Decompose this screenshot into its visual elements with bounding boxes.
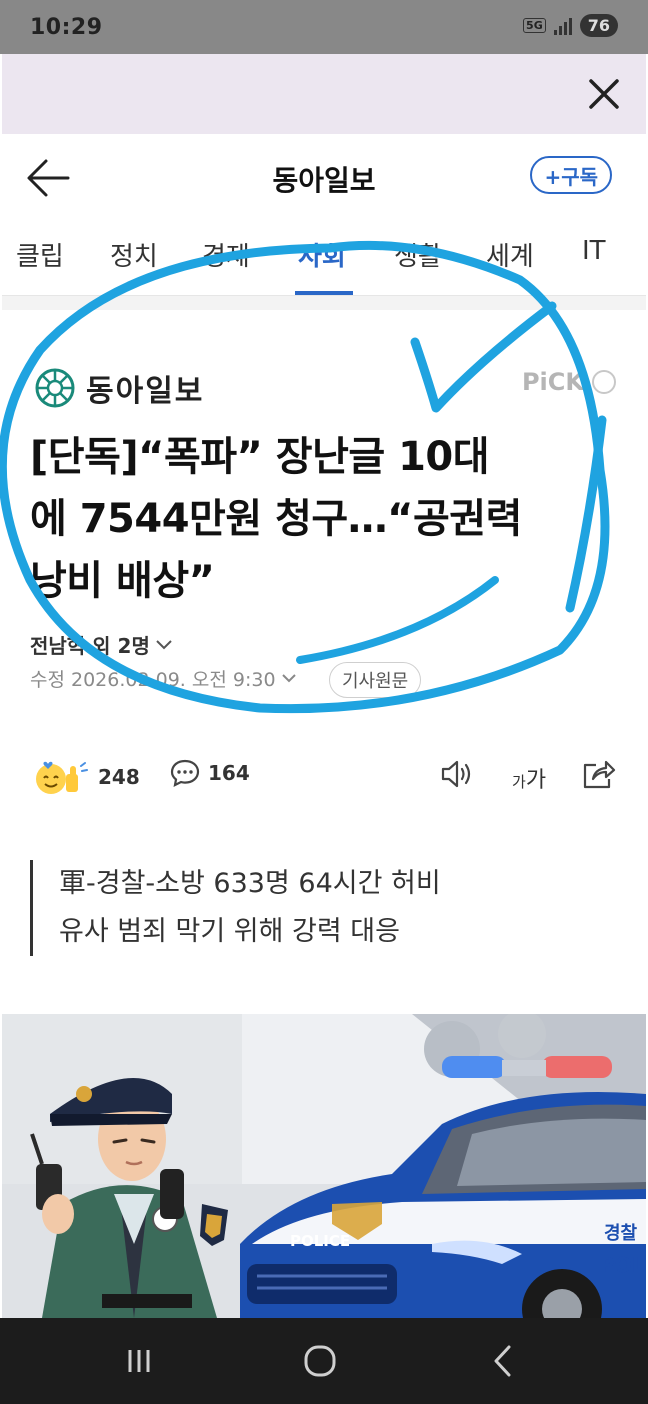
pick-label: PiCK bbox=[521, 368, 584, 396]
car-door-text: 경찰 bbox=[604, 1223, 638, 1244]
comment-count: 164 bbox=[208, 761, 250, 785]
donga-emblem-icon bbox=[35, 368, 75, 408]
headline-line: 에 7544만원 청구…“공권력 bbox=[30, 496, 522, 542]
comment-button[interactable]: 164 bbox=[170, 758, 250, 788]
share-icon bbox=[583, 760, 616, 789]
speaker-icon bbox=[441, 760, 471, 788]
police-illustration: POLICE 경찰 POLICE bbox=[2, 1014, 646, 1318]
active-tab-indicator bbox=[295, 291, 353, 295]
battery-icon: 76 bbox=[579, 14, 618, 37]
article-meta[interactable]: 수정 2026.02.09. 오전 9:30 bbox=[30, 665, 296, 692]
press-name: 동아일보 bbox=[86, 374, 205, 409]
summary-line: 유사 범죄 막기 위해 강력 대응 bbox=[59, 916, 400, 947]
headline-line: [단독]“폭파” 장난글 10대 bbox=[30, 434, 490, 480]
back-chevron-icon bbox=[494, 1345, 511, 1377]
updated-timestamp: 수정 2026.02.09. 오전 9:30 bbox=[30, 669, 276, 691]
close-button[interactable] bbox=[582, 72, 626, 116]
info-icon[interactable] bbox=[592, 370, 616, 394]
tab-clip[interactable]: 클립 bbox=[16, 236, 64, 273]
subscribe-button[interactable]: +구독 bbox=[530, 156, 612, 194]
original-article-button[interactable]: 기사원문 bbox=[329, 662, 422, 698]
font-size-small-label: 가 bbox=[512, 773, 526, 791]
home-button[interactable] bbox=[295, 1338, 345, 1384]
tab-life[interactable]: 생활 bbox=[394, 236, 442, 273]
status-time: 10:29 bbox=[30, 15, 103, 40]
close-bar bbox=[2, 54, 646, 134]
press-logo[interactable]: 동아일보 bbox=[34, 366, 204, 410]
system-nav-bar bbox=[0, 1318, 648, 1404]
tab-it[interactable]: IT bbox=[582, 236, 606, 266]
status-icons: 5G 76 bbox=[523, 14, 618, 37]
tab-world[interactable]: 세계 bbox=[486, 236, 534, 273]
status-bar: 10:29 5G 76 bbox=[0, 0, 648, 54]
listen-button[interactable] bbox=[440, 758, 476, 794]
article-headline: [단독]“폭파” 장난글 10대 에 7544만원 청구…“공권력 낭비 배상” bbox=[30, 426, 646, 612]
home-icon bbox=[304, 1345, 336, 1377]
tab-politics[interactable]: 정치 bbox=[110, 236, 158, 273]
article-illustration[interactable]: POLICE 경찰 POLICE bbox=[2, 1014, 646, 1318]
system-back-button[interactable] bbox=[478, 1338, 528, 1384]
recent-apps-icon bbox=[128, 1350, 150, 1372]
reaction-count: 248 bbox=[98, 765, 140, 789]
signal-icon bbox=[553, 17, 572, 35]
byline[interactable]: 전남혁 외 2명 bbox=[30, 630, 172, 659]
share-button[interactable] bbox=[582, 758, 616, 794]
in-app-browser: 동아일보 +구독 클립 정치 경제 사회 생활 세계 IT 동아일보 PiCK … bbox=[2, 54, 646, 1318]
reaction-emoji-icon bbox=[36, 761, 88, 794]
close-icon bbox=[589, 79, 619, 109]
chevron-down-icon bbox=[156, 639, 172, 649]
headline-line: 낭비 배상” bbox=[30, 558, 215, 604]
section-divider bbox=[2, 296, 646, 310]
section-tabs: 클립 정치 경제 사회 생활 세계 IT bbox=[2, 220, 646, 296]
font-size-button[interactable]: 가가 bbox=[512, 762, 546, 794]
comment-icon bbox=[170, 759, 200, 787]
tab-society[interactable]: 사회 bbox=[298, 236, 346, 273]
chevron-down-icon bbox=[281, 674, 296, 683]
network-5g-icon: 5G bbox=[523, 18, 546, 33]
summary-line: 軍-경찰-소방 633명 64시간 허비 bbox=[59, 868, 441, 899]
tab-economy[interactable]: 경제 bbox=[202, 236, 250, 273]
author-names: 전남혁 외 2명 bbox=[30, 634, 150, 658]
car-side-label: POLICE bbox=[600, 1253, 646, 1277]
article-summary: 軍-경찰-소방 633명 64시간 허비 유사 범죄 막기 위해 강력 대응 bbox=[30, 860, 441, 956]
header: 동아일보 +구독 bbox=[2, 134, 646, 220]
pick-badge: PiCK bbox=[522, 368, 616, 396]
recent-apps-button[interactable] bbox=[114, 1338, 164, 1384]
font-size-large-label: 가 bbox=[525, 768, 547, 793]
car-hood-label: POLICE bbox=[290, 1232, 350, 1250]
article-actions: 248 164 가가 bbox=[2, 754, 646, 804]
reaction-button[interactable]: 248 bbox=[34, 758, 140, 796]
